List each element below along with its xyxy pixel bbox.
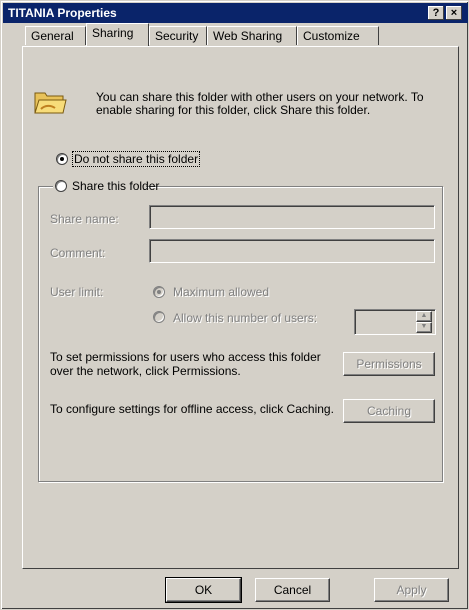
max-allowed-label[interactable]: Maximum allowed [173, 285, 269, 299]
user-limit-label: User limit: [50, 285, 104, 299]
share-name-label: Share name: [50, 212, 119, 226]
help-button[interactable]: ? [428, 6, 444, 20]
shared-folder-icon [34, 92, 67, 114]
max-allowed-radio[interactable] [153, 286, 165, 298]
share-radio-container: Share this folder [53, 178, 159, 194]
sharing-info-text: You can share this folder with other use… [96, 90, 424, 117]
properties-dialog: TITANIA Properties ? × General Sharing S… [0, 0, 469, 610]
comment-label: Comment: [50, 246, 106, 260]
title-bar: TITANIA Properties ? × [3, 3, 468, 23]
tab-customize[interactable]: Customize [297, 26, 379, 45]
window-title: TITANIA Properties [8, 6, 117, 20]
do-not-share-label[interactable]: Do not share this folder [71, 151, 201, 167]
share-folder-radio[interactable] [55, 180, 67, 192]
share-folder-label[interactable]: Share this folder [72, 179, 159, 193]
comment-input[interactable] [149, 239, 435, 263]
permissions-text: To set permissions for users who access … [50, 350, 321, 378]
permissions-button[interactable]: Permissions [343, 352, 435, 376]
offline-access-text: To configure settings for offline access… [50, 402, 334, 416]
user-count-spinner[interactable]: ▲ ▼ [354, 309, 436, 335]
tab-security[interactable]: Security [149, 26, 207, 45]
apply-button[interactable]: Apply [374, 578, 449, 602]
tab-sharing[interactable]: Sharing [86, 23, 149, 46]
allow-number-radio[interactable] [153, 311, 165, 323]
tab-general[interactable]: General [25, 26, 86, 45]
ok-button[interactable]: OK [165, 577, 242, 603]
spin-up-icon[interactable]: ▲ [416, 311, 432, 322]
tab-web-sharing[interactable]: Web Sharing [207, 26, 297, 45]
close-button[interactable]: × [446, 6, 462, 20]
spin-down-icon[interactable]: ▼ [416, 322, 432, 333]
caching-button[interactable]: Caching [343, 399, 435, 423]
cancel-button[interactable]: Cancel [255, 578, 330, 602]
allow-number-label[interactable]: Allow this number of users: [173, 311, 317, 325]
share-name-input[interactable] [149, 205, 435, 229]
do-not-share-radio[interactable] [56, 153, 68, 165]
sharing-panel: You can share this folder with other use… [22, 46, 459, 569]
